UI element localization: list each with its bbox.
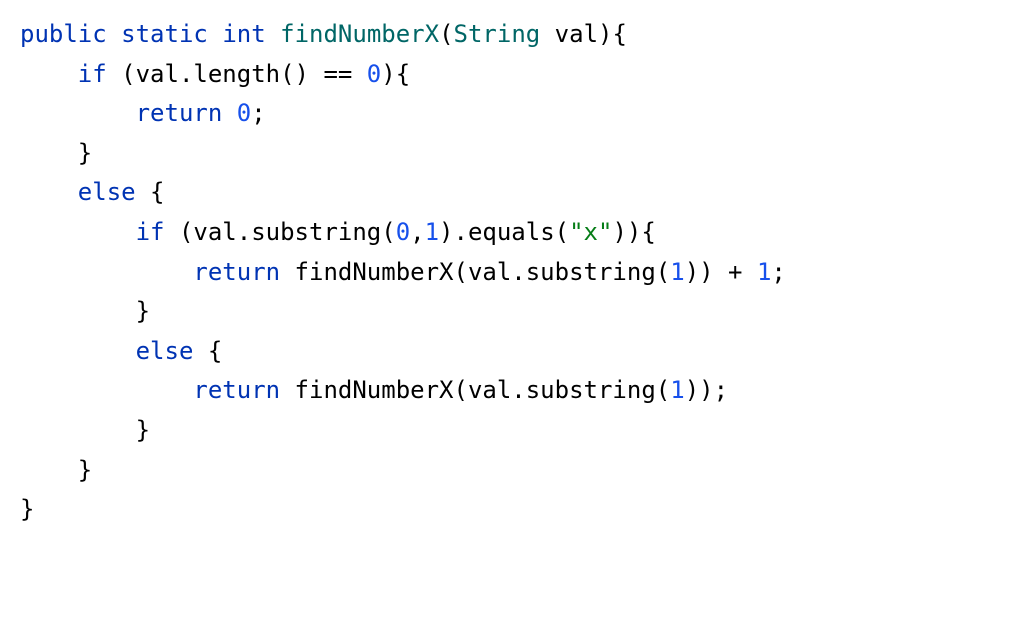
paren: ( xyxy=(439,20,453,48)
keyword-public: public xyxy=(20,20,107,48)
keyword-int: int xyxy=(222,20,265,48)
code-line-13: } xyxy=(20,490,990,530)
param: val) xyxy=(540,20,612,48)
code-line-5: else { xyxy=(20,173,990,213)
keyword-static: static xyxy=(121,20,208,48)
code-line-7: return findNumberX(val.substring(1)) + 1… xyxy=(20,253,990,293)
keyword-else: else xyxy=(136,337,194,365)
space xyxy=(280,376,294,404)
indent xyxy=(20,218,136,246)
code-line-10: return findNumberX(val.substring(1)); xyxy=(20,371,990,411)
keyword-if: if xyxy=(136,218,165,246)
keyword-if: if xyxy=(78,60,107,88)
brace: } xyxy=(78,139,92,167)
keyword-return: return xyxy=(193,258,280,286)
close: )){ xyxy=(612,218,655,246)
indent xyxy=(20,297,136,325)
indent xyxy=(20,376,193,404)
space xyxy=(280,258,294,286)
indent xyxy=(20,178,78,206)
code-line-1: public static int findNumberX(String val… xyxy=(20,15,990,55)
code-line-3: return 0; xyxy=(20,94,990,134)
number-literal: 1 xyxy=(757,258,771,286)
code-line-6: if (val.substring(0,1).equals("x")){ xyxy=(20,213,990,253)
brace: { xyxy=(136,178,165,206)
indent xyxy=(20,258,193,286)
expr: (val.substring( xyxy=(165,218,396,246)
indent xyxy=(20,139,78,167)
brace: { xyxy=(612,20,626,48)
semicolon: ; xyxy=(771,258,785,286)
code-line-8: } xyxy=(20,292,990,332)
code-line-11: } xyxy=(20,411,990,451)
indent xyxy=(20,99,136,127)
number-literal: 1 xyxy=(425,218,439,246)
number-literal: 0 xyxy=(396,218,410,246)
indent xyxy=(20,416,136,444)
indent xyxy=(20,337,136,365)
indent xyxy=(20,456,78,484)
string-literal: "x" xyxy=(569,218,612,246)
number-literal: 1 xyxy=(670,258,684,286)
number-literal: 0 xyxy=(367,60,381,88)
code-line-4: } xyxy=(20,134,990,174)
keyword-return: return xyxy=(193,376,280,404)
number-literal: 1 xyxy=(670,376,684,404)
brace: { xyxy=(193,337,222,365)
expr: (val.length() == xyxy=(107,60,367,88)
code-line-12: } xyxy=(20,451,990,491)
keyword-else: else xyxy=(78,178,136,206)
expr: ).equals( xyxy=(439,218,569,246)
type-string: String xyxy=(454,20,541,48)
close: ){ xyxy=(381,60,410,88)
method-call: findNumberX(val.substring( xyxy=(295,376,671,404)
method-name: findNumberX xyxy=(280,20,439,48)
semicolon: ; xyxy=(251,99,265,127)
brace: } xyxy=(20,495,34,523)
method-call: findNumberX(val.substring( xyxy=(295,258,671,286)
code-line-2: if (val.length() == 0){ xyxy=(20,55,990,95)
code-line-9: else { xyxy=(20,332,990,372)
brace: } xyxy=(136,297,150,325)
number-literal: 0 xyxy=(237,99,251,127)
brace: } xyxy=(136,416,150,444)
space xyxy=(222,99,236,127)
code-block: public static int findNumberX(String val… xyxy=(20,15,990,530)
indent xyxy=(20,60,78,88)
close: )) + xyxy=(685,258,757,286)
comma: , xyxy=(410,218,424,246)
keyword-return: return xyxy=(136,99,223,127)
close: )); xyxy=(685,376,728,404)
brace: } xyxy=(78,456,92,484)
